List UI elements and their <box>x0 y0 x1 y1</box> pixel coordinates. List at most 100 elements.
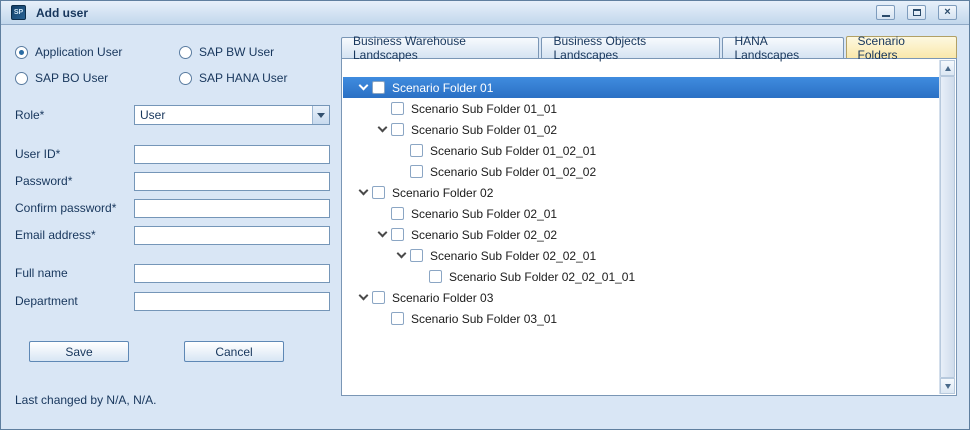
tree-item-label: Scenario Sub Folder 01_02 <box>411 123 557 137</box>
tree-item-scenario-folder-03[interactable]: Scenario Folder 03 <box>343 287 939 308</box>
full-name-row: Full name <box>15 263 330 283</box>
chevron-down-icon <box>359 81 369 91</box>
chev-box[interactable] <box>355 191 372 194</box>
scroll-down-button[interactable] <box>940 378 955 394</box>
dropdown-button[interactable] <box>312 106 329 124</box>
radio-label: Application User <box>35 45 122 59</box>
tree-item-scenario-sub-folder-01-02[interactable]: Scenario Sub Folder 01_02 <box>343 119 939 140</box>
radio-sap-bo-user[interactable]: SAP BO User <box>15 71 179 85</box>
user-id-row: User ID* <box>15 144 330 164</box>
user-id-field[interactable] <box>134 145 330 164</box>
chev-box[interactable] <box>393 254 410 257</box>
tree-item-scenario-sub-folder-03-01[interactable]: Scenario Sub Folder 03_01 <box>343 308 939 329</box>
password-field[interactable] <box>134 172 330 191</box>
tree-item-scenario-folder-01[interactable]: Scenario Folder 01 <box>343 77 939 98</box>
arrow-down-icon <box>945 384 951 389</box>
window-title: Add user <box>36 6 88 20</box>
chev-box[interactable] <box>355 296 372 299</box>
tree-item-label: Scenario Sub Folder 01_01 <box>411 102 557 116</box>
radio-sap-hana-user[interactable]: SAP HANA User <box>179 71 327 85</box>
tree-item-scenario-sub-folder-02-02[interactable]: Scenario Sub Folder 02_02 <box>343 224 939 245</box>
tree-item-scenario-sub-folder-01-01[interactable]: Scenario Sub Folder 01_01 <box>343 98 939 119</box>
save-button[interactable]: Save <box>29 341 129 362</box>
checkbox[interactable] <box>391 102 404 115</box>
tree-item-label: Scenario Sub Folder 02_02_01_01 <box>449 270 635 284</box>
radio-icon <box>179 72 192 85</box>
maximize-icon <box>913 9 921 16</box>
radio-application-user[interactable]: Application User <box>15 45 179 59</box>
chev-box[interactable] <box>374 233 391 236</box>
tree-item-scenario-sub-folder-02-01[interactable]: Scenario Sub Folder 02_01 <box>343 203 939 224</box>
checkbox[interactable] <box>372 291 385 304</box>
chev-box[interactable] <box>355 86 372 89</box>
email-field[interactable] <box>134 226 330 245</box>
checkbox[interactable] <box>410 249 423 262</box>
minimize-icon <box>882 15 890 17</box>
scroll-up-button[interactable] <box>940 60 955 76</box>
tab-business-objects-landscapes[interactable]: Business Objects Landscapes <box>541 37 720 58</box>
tree-item-scenario-sub-folder-01-02-02[interactable]: Scenario Sub Folder 01_02_02 <box>343 161 939 182</box>
chevron-down-icon <box>359 186 369 196</box>
tree-item-label: Scenario Folder 02 <box>392 186 493 200</box>
scrollbar-thumb[interactable] <box>940 76 955 378</box>
checkbox[interactable] <box>372 186 385 199</box>
department-field[interactable] <box>134 292 330 311</box>
tab-scenario-folders[interactable]: Scenario Folders <box>846 36 957 58</box>
checkbox[interactable] <box>391 123 404 136</box>
full-name-field[interactable] <box>134 264 330 283</box>
tree-item-label: Scenario Folder 03 <box>392 291 493 305</box>
tree-item-label: Scenario Folder 01 <box>392 81 493 95</box>
close-button[interactable]: × <box>938 5 957 20</box>
close-icon: × <box>944 7 950 18</box>
checkbox[interactable] <box>391 312 404 325</box>
confirm-password-row: Confirm password* <box>15 198 330 218</box>
last-changed-note: Last changed by N/A, N/A. <box>15 393 156 407</box>
title-bar[interactable]: SP Add user × <box>1 1 969 25</box>
checkbox[interactable] <box>372 81 385 94</box>
tab-hana-landscapes[interactable]: HANA Landscapes <box>722 37 843 58</box>
cancel-button[interactable]: Cancel <box>184 341 284 362</box>
checkbox[interactable] <box>410 165 423 178</box>
radio-sap-bw-user[interactable]: SAP BW User <box>179 45 327 59</box>
radio-label: SAP BO User <box>35 71 108 85</box>
tab-business-warehouse-landscapes[interactable]: Business Warehouse Landscapes <box>341 37 539 58</box>
user-form-panel: Application User SAP BW User SAP BO User… <box>1 25 341 429</box>
chev-box[interactable] <box>374 128 391 131</box>
tree-item-label: Scenario Sub Folder 02_01 <box>411 207 557 221</box>
tree-item-label: Scenario Sub Folder 01_02_02 <box>430 165 596 179</box>
department-label: Department <box>15 294 134 308</box>
checkbox[interactable] <box>429 270 442 283</box>
password-row: Password* <box>15 171 330 191</box>
chevron-down-icon <box>317 113 325 118</box>
tree-item-label: Scenario Sub Folder 02_02_01 <box>430 249 596 263</box>
full-name-label: Full name <box>15 266 134 280</box>
tree-item-label: Scenario Sub Folder 03_01 <box>411 312 557 326</box>
radio-icon <box>179 46 192 59</box>
chevron-down-icon <box>397 249 407 259</box>
scenario-folders-tree-panel: Scenario Folder 01 Scenario Sub Folder 0… <box>341 58 957 396</box>
checkbox[interactable] <box>391 207 404 220</box>
chevron-down-icon <box>378 123 388 133</box>
chevron-down-icon <box>359 291 369 301</box>
radio-icon <box>15 72 28 85</box>
tree-item-label: Scenario Sub Folder 01_02_01 <box>430 144 596 158</box>
confirm-password-label: Confirm password* <box>15 201 134 215</box>
user-type-radio-group: Application User SAP BW User SAP BO User… <box>15 45 327 85</box>
checkbox[interactable] <box>410 144 423 157</box>
tree-item-scenario-sub-folder-02-02-01[interactable]: Scenario Sub Folder 02_02_01 <box>343 245 939 266</box>
role-value: User <box>135 108 312 122</box>
vertical-scrollbar[interactable] <box>939 60 955 394</box>
window-controls: × <box>876 5 961 20</box>
tree-item-scenario-folder-02[interactable]: Scenario Folder 02 <box>343 182 939 203</box>
checkbox[interactable] <box>391 228 404 241</box>
radio-label: SAP HANA User <box>199 71 287 85</box>
email-row: Email address* <box>15 225 330 245</box>
tree-item-scenario-sub-folder-01-02-01[interactable]: Scenario Sub Folder 01_02_01 <box>343 140 939 161</box>
maximize-button[interactable] <box>907 5 926 20</box>
minimize-button[interactable] <box>876 5 895 20</box>
role-dropdown[interactable]: User <box>134 105 330 125</box>
arrow-up-icon <box>945 66 951 71</box>
confirm-password-field[interactable] <box>134 199 330 218</box>
app-logo-icon: SP <box>11 5 26 20</box>
tree-item-scenario-sub-folder-02-02-01-01[interactable]: Scenario Sub Folder 02_02_01_01 <box>343 266 939 287</box>
